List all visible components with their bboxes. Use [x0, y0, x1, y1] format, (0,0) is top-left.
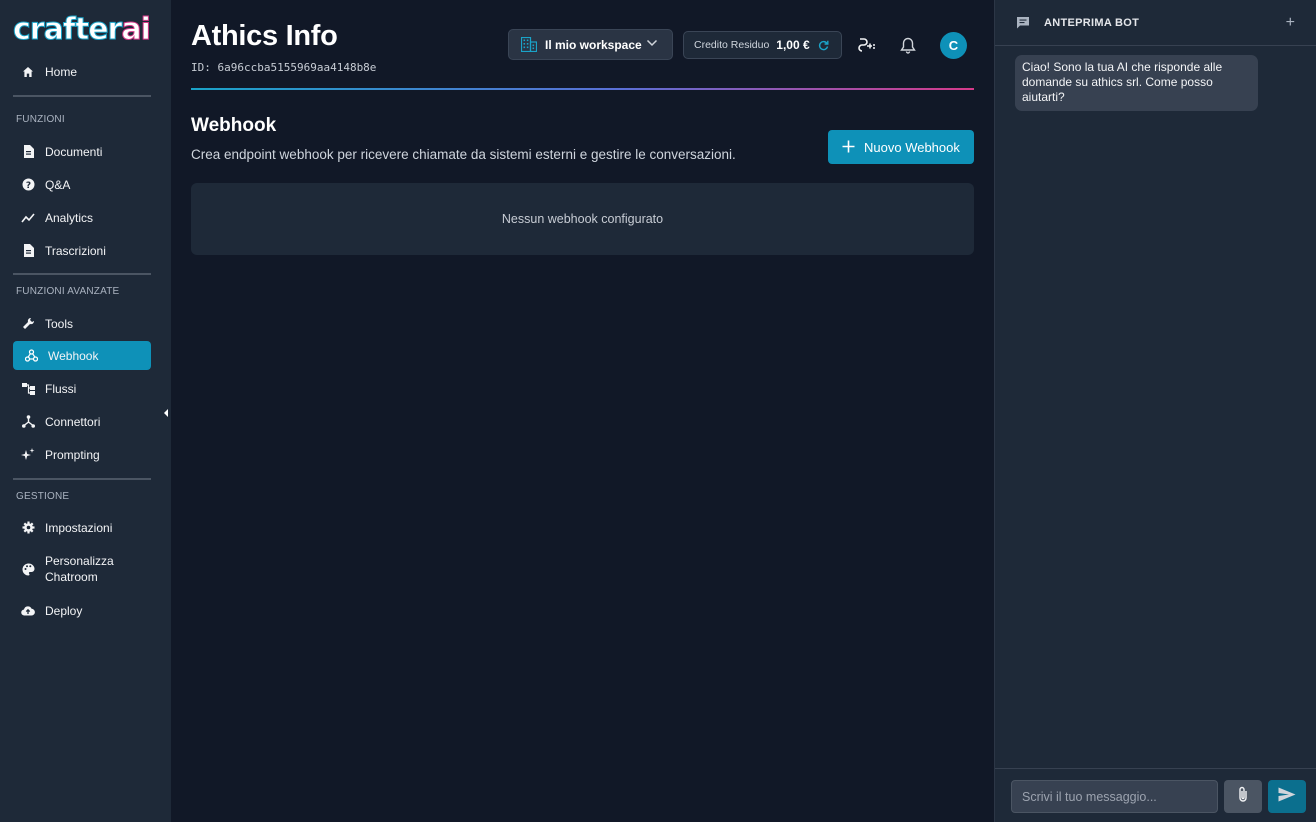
wrench-icon — [21, 317, 35, 331]
preview-header: ANTEPRIMA BOT + — [995, 0, 1316, 46]
sidebar-item-impostazioni[interactable]: Impostazioni — [13, 513, 151, 542]
new-webhook-label: Nuovo Webhook — [864, 139, 960, 155]
sidebar-item-webhook[interactable]: Webhook — [13, 341, 151, 370]
webhook-empty-state: Nessun webhook configurato — [191, 183, 974, 255]
attach-button[interactable] — [1224, 780, 1262, 813]
sidebar-item-home[interactable]: Home — [13, 57, 151, 86]
workspace-label: Il mio workspace — [545, 37, 642, 52]
sidebar-item-label: Trascrizioni — [45, 243, 106, 258]
sidebar-item-analytics[interactable]: Analytics — [13, 203, 151, 232]
bot-message-bubble: Ciao! Sono la tua AI che risponde alle d… — [1015, 55, 1258, 111]
connector-icon — [21, 415, 35, 429]
palette-icon — [21, 562, 35, 576]
cloud-upload-icon — [21, 604, 35, 618]
home-icon — [21, 65, 35, 79]
chevron-down-icon — [646, 39, 658, 51]
section-label-funzioni: FUNZIONI — [16, 114, 65, 125]
flow-icon — [21, 382, 35, 396]
collapse-sidebar-arrow-icon[interactable] — [163, 405, 169, 417]
plus-icon — [842, 137, 855, 157]
avatar[interactable]: C — [940, 32, 967, 59]
sidebar-item-qa[interactable]: ? Q&A — [13, 170, 151, 199]
main-content: Athics Info ID: 6a96ccba5155969aa4148b8e… — [171, 0, 1002, 822]
section-label-gestione: GESTIONE — [16, 491, 70, 502]
refresh-icon[interactable] — [818, 40, 829, 51]
sidebar: crafterai Home FUNZIONI Documenti ? Q&A … — [0, 0, 171, 822]
page-title: Athics Info — [191, 20, 338, 52]
sidebar-divider — [13, 95, 151, 97]
preview-title: ANTEPRIMA BOT — [1044, 16, 1140, 29]
bell-icon[interactable] — [898, 35, 918, 55]
sidebar-item-label: Flussi — [45, 381, 77, 396]
page-id: ID: 6a96ccba5155969aa4148b8e — [191, 61, 377, 74]
building-icon — [521, 36, 537, 53]
send-icon — [1278, 787, 1296, 807]
sidebar-item-prompting[interactable]: Prompting — [13, 440, 151, 469]
message-input[interactable] — [1011, 780, 1218, 813]
sidebar-item-label: Q&A — [45, 177, 71, 192]
paperclip-icon — [1238, 786, 1248, 808]
sidebar-item-label: Deploy — [45, 603, 83, 618]
document-icon — [21, 145, 35, 159]
sidebar-item-documenti[interactable]: Documenti — [13, 137, 151, 166]
sidebar-divider — [13, 273, 151, 275]
workspace-selector[interactable]: Il mio workspace — [508, 29, 673, 60]
help-icon: ? — [21, 178, 35, 192]
bot-preview-panel: ANTEPRIMA BOT + Ciao! Sono la tua AI che… — [994, 0, 1316, 822]
sidebar-item-label: Personalizza Chatroom — [45, 554, 114, 584]
crafter-ai-logo[interactable]: crafterai — [12, 11, 153, 47]
sidebar-item-tools[interactable]: Tools — [13, 309, 151, 338]
sidebar-item-personalizza-chatroom[interactable]: Personalizza Chatroom — [13, 550, 151, 588]
sidebar-divider — [13, 478, 151, 480]
section-title: Webhook — [191, 115, 277, 136]
sidebar-item-label: Webhook — [48, 348, 99, 363]
sidebar-item-label: Impostazioni — [45, 520, 113, 535]
sidebar-item-trascrizioni[interactable]: Trascrizioni — [13, 236, 151, 265]
header-divider — [191, 88, 974, 90]
credit-label: Credito Residuo — [694, 39, 770, 51]
sidebar-item-label: Analytics — [45, 210, 94, 225]
empty-state-text: Nessun webhook configurato — [501, 212, 664, 226]
chat-icon — [1016, 16, 1030, 30]
new-chat-button[interactable]: + — [1286, 14, 1295, 32]
section-description: Crea endpoint webhook per ricevere chiam… — [191, 147, 736, 162]
sidebar-item-label: Home — [45, 64, 78, 79]
sparkle-icon — [21, 447, 35, 462]
new-webhook-button[interactable]: Nuovo Webhook — [828, 130, 974, 164]
webhook-icon — [24, 349, 38, 363]
sidebar-item-label: Prompting — [45, 447, 100, 462]
sidebar-item-label: Documenti — [45, 144, 103, 159]
transcript-icon — [21, 244, 35, 258]
section-label-funzioni-avanzate: FUNZIONI AVANZATE — [16, 286, 120, 297]
api-plug-icon[interactable] — [857, 35, 877, 55]
svg-text:?: ? — [25, 181, 30, 191]
sidebar-item-deploy[interactable]: Deploy — [13, 596, 151, 625]
sidebar-item-label: Connettori — [45, 414, 101, 429]
credit-value: 1,00 € — [776, 38, 810, 52]
sidebar-item-label: Tools — [45, 316, 74, 331]
sidebar-item-connettori[interactable]: Connettori — [13, 407, 151, 436]
analytics-icon — [21, 211, 35, 225]
sidebar-item-flussi[interactable]: Flussi — [13, 374, 151, 403]
message-composer — [995, 768, 1316, 822]
credit-balance: Credito Residuo 1,00 € — [683, 31, 842, 59]
send-button[interactable] — [1268, 780, 1306, 813]
gear-icon — [21, 521, 35, 535]
